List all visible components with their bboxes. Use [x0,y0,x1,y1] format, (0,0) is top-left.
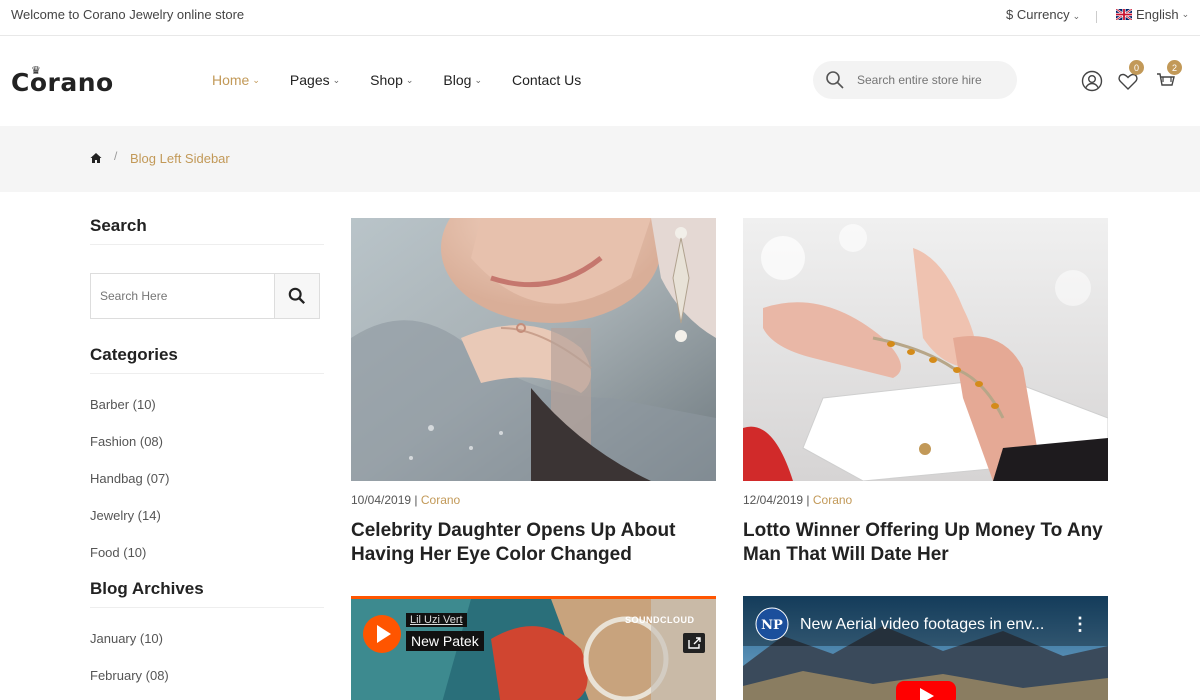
wishlist-count-badge: 0 [1129,60,1144,75]
share-icon[interactable] [683,633,705,653]
currency-dropdown[interactable]: $ Currency ⌄ [1006,7,1080,22]
nav-item-shop[interactable]: Shop ⌄ [370,72,413,88]
header-search [813,61,1017,99]
categories-widget-title: Categories [90,345,324,374]
nav-item-home[interactable]: Home ⌄ [212,72,260,88]
blog-post: 12/04/2019 | Corano Lotto Winner Offerin… [743,218,1108,567]
nav-label: Pages [289,72,330,88]
search-widget-title: Search [90,216,324,245]
breadcrumb-current: Blog Left Sidebar [130,151,230,166]
search-icon[interactable] [825,70,845,90]
category-link[interactable]: Fashion (08) [90,423,324,460]
blog-sidebar: Search Categories Barber (10) Fashion (0… [90,192,324,694]
category-link[interactable]: Barber (10) [90,386,324,423]
category-link[interactable]: Jewelry (14) [90,497,324,534]
archives-widget-title: Blog Archives [90,579,324,608]
sidebar-search-input[interactable] [91,274,274,318]
nav-label: Blog [443,72,472,88]
post-title[interactable]: Celebrity Daughter Opens Up About Having… [351,519,716,567]
cart-count-badge: 2 [1167,60,1182,75]
soundcloud-track[interactable]: New Patek [406,631,484,651]
channel-avatar[interactable]: NP [755,607,789,641]
slider-dot[interactable] [941,443,953,455]
archive-link[interactable]: January (10) [90,620,324,657]
nav-item-blog[interactable]: Blog ⌄ [443,72,482,88]
post-meta: 10/04/2019 | Corano [351,493,461,507]
nav-label: Home [212,72,250,88]
chevron-down-icon: ⌄ [474,74,482,85]
svg-text:NP: NP [761,618,783,633]
archive-link[interactable]: February (08) [90,657,324,694]
youtube-embed[interactable]: NP New Aerial video footages in env... ⋮ [743,596,1108,700]
language-dropdown[interactable]: English ⌄ [1116,7,1189,22]
post-author[interactable]: Corano [421,493,460,507]
play-icon[interactable] [362,614,402,654]
main-header: ♛ Corano Home ⌄ Pages ⌄ Shop ⌄ Blog ⌄ Contac… [0,36,1200,126]
welcome-text: Welcome to Corano Jewelry online store [11,7,245,22]
chevron-down-icon: ⌄ [405,74,414,85]
slider-dots [897,443,963,455]
nav-item-pages[interactable]: Pages ⌄ [290,72,340,88]
slider-dot-active[interactable] [919,443,931,455]
soundcloud-embed[interactable]: Lil Uzi Vert New Patek SOUNDCLOUD [351,596,716,700]
breadcrumb: / Blog Left Sidebar [0,126,1200,192]
language-label: English [1136,7,1179,22]
post-image-slider[interactable] [743,218,1108,481]
archives-list: January (10) February (08) [90,620,324,694]
post-author[interactable]: Corano [813,493,852,507]
categories-list: Barber (10) Fashion (08) Handbag (07) Je… [90,386,324,571]
uk-flag-icon [1116,9,1132,20]
main-nav: Home ⌄ Pages ⌄ Shop ⌄ Blog ⌄ Contact Us [212,72,611,88]
header-search-input[interactable] [857,73,1007,87]
site-logo[interactable]: Corano [11,68,114,97]
nav-label: Shop [370,72,403,88]
more-options-icon[interactable]: ⋮ [1071,614,1089,635]
post-date: 12/04/2019 [743,493,804,507]
sidebar-search-button[interactable] [274,274,319,318]
currency-label: $ Currency [1006,7,1070,22]
chevron-down-icon: ⌄ [1181,9,1190,19]
post-image[interactable] [351,218,716,481]
top-bar: Welcome to Corano Jewelry online store $… [0,0,1200,36]
user-icon[interactable] [1081,70,1103,92]
video-title[interactable]: New Aerial video footages in env... [800,616,1044,634]
nav-item-contact[interactable]: Contact Us [512,72,581,88]
home-icon[interactable] [90,152,102,164]
nav-label: Contact Us [511,72,582,88]
chevron-down-icon: ⌄ [252,74,260,85]
category-link[interactable]: Food (10) [90,534,324,571]
search-icon [288,287,306,305]
breadcrumb-separator: / [114,149,118,163]
category-link[interactable]: Handbag (07) [90,460,324,497]
divider [1096,11,1097,23]
soundcloud-logo: SOUNDCLOUD [625,615,695,625]
sidebar-search [90,273,320,319]
post-meta: 12/04/2019 | Corano [743,493,853,507]
chevron-down-icon: ⌄ [1072,11,1081,21]
blog-post: 10/04/2019 | Corano Celebrity Daughter O… [351,218,716,567]
post-title[interactable]: Lotto Winner Offering Up Money To Any Ma… [743,519,1108,567]
slider-dot[interactable] [897,443,909,455]
soundcloud-artist[interactable]: Lil Uzi Vert [406,613,467,627]
post-date: 10/04/2019 [351,493,412,507]
chevron-down-icon: ⌄ [332,74,341,85]
